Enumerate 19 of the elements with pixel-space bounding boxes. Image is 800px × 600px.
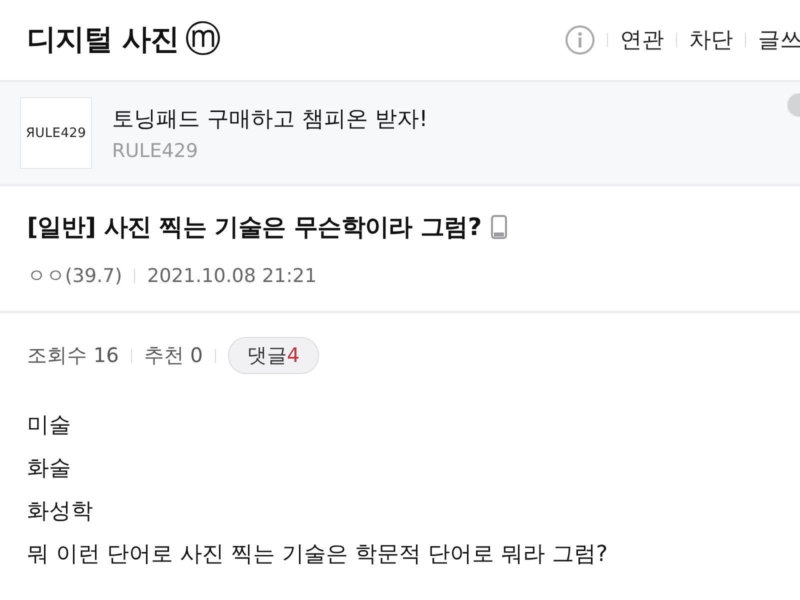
post-stat: 추천 0 [144, 342, 203, 369]
info-icon[interactable] [565, 25, 595, 55]
body-text-line: 화성학 [27, 498, 94, 526]
gallery-title: 디지털 사진 [27, 21, 180, 58]
ad-banner[interactable]: ЯULE429 토닝패드 구매하고 챔피온 받자! RULE429 [0, 82, 800, 186]
post-date: 2021.10.08 21:21 [147, 265, 317, 287]
header-link[interactable]: 연관 [620, 25, 664, 55]
ad-logo: ЯULE429 [20, 97, 92, 169]
gallery-mark: ⓜ [185, 22, 222, 58]
body-text-line: 미술 [27, 412, 72, 440]
ad-title: 토닝패드 구매하고 챔피온 받자! [112, 106, 428, 134]
body-text-line: 화술 [27, 455, 72, 483]
header-link[interactable]: 차단 [689, 25, 733, 55]
post-title: [일반] 사진 찍는 기술은 무슨학이라 그럼? [27, 212, 482, 243]
post-stat: 조회수 16 [27, 342, 119, 369]
comments-button[interactable]: 댓글4 [228, 337, 319, 374]
body-text-line: 뭐 이런 단어로 사진 찍는 기술은 학문적 단어로 뭐라 그럼? [27, 541, 609, 569]
ad-advertiser: RULE429 [112, 140, 199, 162]
post-author: ㅇㅇ(39.7) [27, 264, 122, 289]
